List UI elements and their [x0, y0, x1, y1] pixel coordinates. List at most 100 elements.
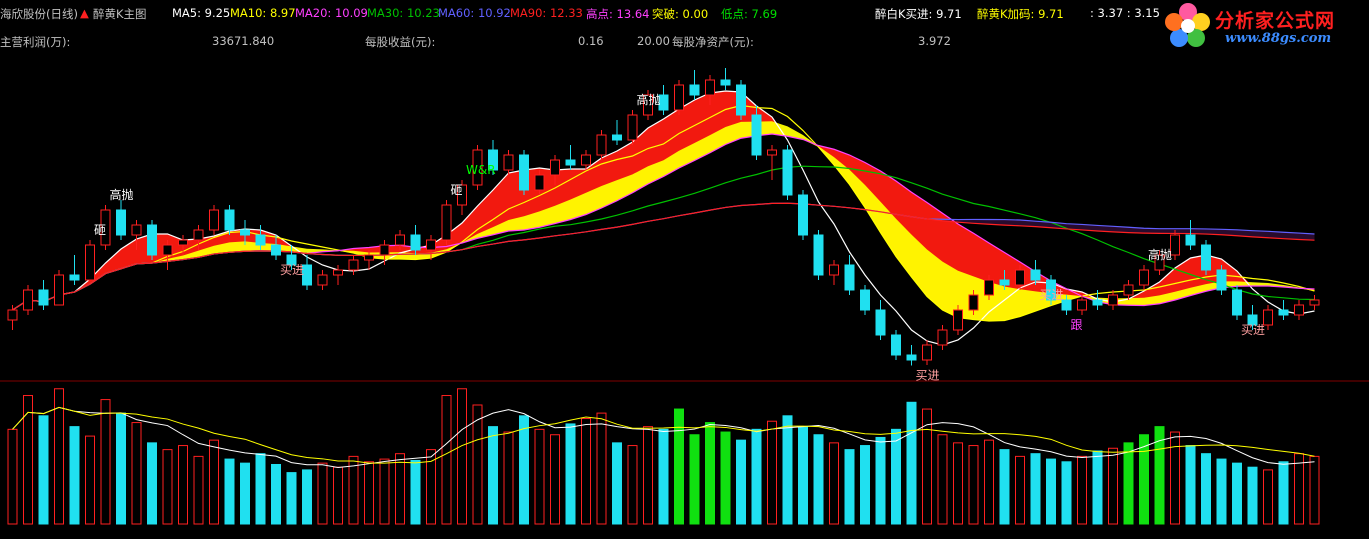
volume-bar — [875, 436, 886, 525]
volume-bar — [379, 458, 390, 525]
price-scale-label: 20.00 — [637, 34, 670, 48]
candle-body — [1294, 304, 1304, 316]
volume-bar — [798, 426, 808, 525]
volume-bar — [689, 434, 700, 525]
volume-bar — [720, 431, 731, 525]
candle-body — [860, 289, 870, 311]
volume-bar — [1294, 453, 1304, 525]
volume-bar — [85, 435, 95, 525]
volume-bar — [1015, 455, 1025, 525]
ribbon-layer — [12, 91, 1315, 321]
volume-bar — [116, 412, 126, 525]
smash-label: 砸 — [94, 223, 106, 237]
candle-body — [147, 224, 157, 256]
volume-bar — [426, 449, 436, 525]
volume-bar — [581, 418, 591, 525]
candle-body — [534, 174, 545, 191]
indicator-name: 醉黄K主图 — [93, 7, 147, 21]
candle-body — [1216, 269, 1227, 291]
volume-bar — [271, 463, 281, 525]
candle-body — [379, 244, 390, 256]
sell-high-label: 高抛 — [637, 92, 661, 107]
nav-label: 每股净资产(元): — [672, 35, 754, 49]
candle-body — [131, 224, 142, 236]
candle-body — [7, 309, 18, 321]
volume-bar — [627, 445, 638, 525]
follow-label: 跟 — [1071, 318, 1083, 332]
volume-bar — [240, 462, 250, 525]
ma20-value: MA20: 10.09 — [295, 6, 368, 20]
watermark-title: 分析家公式网 — [1215, 10, 1336, 32]
volume-bar — [1247, 466, 1258, 525]
candle-body — [69, 274, 80, 281]
candle-body — [1139, 269, 1149, 286]
volume-bar — [736, 439, 746, 525]
sell-high-label: 高抛 — [110, 187, 134, 202]
candle-body — [395, 234, 405, 246]
volume-bar — [984, 439, 994, 525]
ma5-value: MA5: 9.25 — [172, 6, 231, 20]
volume-bar — [131, 422, 142, 525]
volume-bar — [286, 472, 297, 525]
volume-bar — [1108, 447, 1118, 525]
candle-body — [689, 84, 700, 96]
volume-bar — [410, 459, 421, 525]
profit-value: 33671.840 — [212, 34, 275, 48]
volume-bar — [519, 415, 529, 525]
volume-bar — [1154, 426, 1165, 525]
candle-body — [798, 194, 808, 236]
candle-body — [736, 84, 746, 116]
volume-bar — [1123, 442, 1134, 525]
candle-body — [1123, 284, 1134, 296]
candle-body — [1030, 269, 1041, 281]
volume-bar — [891, 428, 901, 525]
volume-bar — [596, 412, 607, 525]
volume-bar — [472, 404, 483, 525]
ma90-line — [12, 202, 1315, 311]
candle-body — [565, 159, 576, 166]
candle-body — [627, 114, 638, 141]
ma60-value: MA60: 10.92 — [438, 6, 511, 20]
volume-bar — [457, 388, 467, 525]
volume-bar — [100, 399, 111, 525]
volume-bar — [860, 445, 870, 525]
volume-bar — [503, 431, 514, 525]
candle-body — [1232, 289, 1242, 316]
low-point-value: 低点: 7.69 — [721, 7, 778, 21]
volume-bar — [1170, 431, 1180, 525]
white-k-buy-value: 醉白K买进: 9.71 — [875, 7, 962, 21]
volume-bar — [674, 408, 684, 525]
volume-bar — [767, 420, 777, 525]
candle-body — [829, 264, 839, 276]
high-point-value: 高点: 13.64 — [586, 7, 650, 21]
candle-body — [937, 329, 948, 346]
candle-body — [317, 274, 328, 286]
ma30-value: MA30: 10.23 — [367, 6, 440, 20]
volume-bar — [643, 426, 653, 525]
candle-body — [1201, 244, 1211, 271]
nav-value: 3.972 — [918, 34, 951, 48]
candle-body — [751, 114, 762, 156]
candle-body — [705, 79, 715, 96]
wr-label: W&R — [466, 163, 496, 177]
candle-body — [1077, 299, 1087, 311]
candle-body — [906, 354, 917, 361]
volume-bar — [534, 428, 545, 525]
ma90-value: MA90: 12.33 — [510, 6, 583, 20]
volume-bar — [255, 453, 266, 525]
volume-bar — [658, 428, 669, 525]
buy-label: 买进 — [916, 369, 940, 383]
volume-bar — [1092, 450, 1103, 525]
extra-value: : 3.37 : 3.15 — [1090, 6, 1160, 20]
candle-body — [348, 259, 359, 271]
volume-bar — [1216, 458, 1227, 525]
candle-body — [519, 154, 529, 191]
candle-body — [550, 159, 560, 176]
volume-bar — [844, 449, 855, 525]
volume-bar — [317, 462, 328, 525]
candle-body — [720, 79, 731, 86]
candle-body — [178, 239, 188, 246]
candle-body — [116, 209, 126, 236]
volume-bar — [968, 445, 979, 525]
volume-bar — [751, 428, 762, 525]
